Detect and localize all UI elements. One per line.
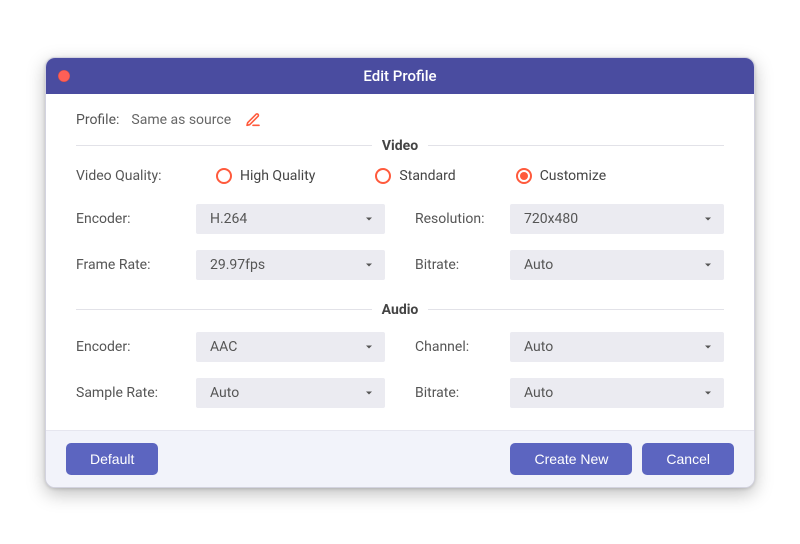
audio-sample-rate-select[interactable]: Auto [196,378,385,408]
select-value: Auto [524,339,553,355]
profile-value: Same as source [131,112,231,128]
select-value: Auto [210,385,239,401]
chevron-down-icon [702,387,714,399]
window-title: Edit Profile [363,67,436,85]
cancel-button[interactable]: Cancel [642,443,734,475]
audio-sample-rate-label: Sample Rate: [76,385,196,401]
video-frame-rate-label: Frame Rate: [76,257,196,273]
audio-section-title: Audio [382,302,419,318]
radio-label: Customize [540,168,606,184]
video-resolution-select[interactable]: 720x480 [510,204,724,234]
radio-label: High Quality [240,168,315,184]
audio-bitrate-label: Bitrate: [415,385,510,401]
video-frame-rate-field: Frame Rate: 29.97fps [76,250,385,280]
audio-encoder-label: Encoder: [76,339,196,355]
dialog-footer: Default Create New Cancel [46,430,754,487]
chevron-down-icon [363,259,375,271]
video-frame-rate-select[interactable]: 29.97fps [196,250,385,280]
audio-channel-label: Channel: [415,339,510,355]
audio-settings-grid: Encoder: AAC Channel: Auto [76,332,724,408]
video-section-title: Video [382,138,418,154]
titlebar: Edit Profile [46,58,754,94]
chevron-down-icon [702,213,714,225]
video-resolution-field: Resolution: 720x480 [415,204,724,234]
select-value: Auto [524,257,553,273]
chevron-down-icon [363,387,375,399]
video-encoder-select[interactable]: H.264 [196,204,385,234]
audio-encoder-select[interactable]: AAC [196,332,385,362]
dialog-body: Profile: Same as source Video Video Qual… [46,94,754,430]
video-encoder-label: Encoder: [76,211,196,227]
radio-customize[interactable]: Customize [516,168,606,184]
radio-icon [216,168,232,184]
chevron-down-icon [363,213,375,225]
select-value: 29.97fps [210,257,265,273]
default-button[interactable]: Default [66,443,158,475]
audio-channel-field: Channel: Auto [415,332,724,362]
create-new-button[interactable]: Create New [510,443,632,475]
audio-bitrate-select[interactable]: Auto [510,378,724,408]
video-resolution-label: Resolution: [415,211,510,227]
radio-standard[interactable]: Standard [375,168,455,184]
profile-row: Profile: Same as source [76,112,724,128]
audio-channel-select[interactable]: Auto [510,332,724,362]
video-bitrate-label: Bitrate: [415,257,510,273]
audio-bitrate-field: Bitrate: Auto [415,378,724,408]
edit-icon[interactable] [245,112,261,128]
radio-high-quality[interactable]: High Quality [216,168,315,184]
video-quality-row: Video Quality: High Quality Standard Cus… [76,168,724,184]
chevron-down-icon [702,341,714,353]
radio-icon [516,168,532,184]
video-settings-grid: Encoder: H.264 Resolution: 720x480 [76,204,724,280]
video-bitrate-select[interactable]: Auto [510,250,724,280]
close-icon[interactable] [58,70,70,82]
video-bitrate-field: Bitrate: Auto [415,250,724,280]
select-value: Auto [524,385,553,401]
profile-label: Profile: [76,112,119,128]
radio-icon [375,168,391,184]
edit-profile-window: Edit Profile Profile: Same as source Vid… [45,57,755,488]
chevron-down-icon [702,259,714,271]
video-section-divider: Video [76,138,724,154]
chevron-down-icon [363,341,375,353]
radio-label: Standard [399,168,455,184]
video-encoder-field: Encoder: H.264 [76,204,385,234]
select-value: AAC [210,339,237,355]
video-quality-label: Video Quality: [76,168,216,184]
audio-section-divider: Audio [76,302,724,318]
audio-sample-rate-field: Sample Rate: Auto [76,378,385,408]
audio-encoder-field: Encoder: AAC [76,332,385,362]
select-value: 720x480 [524,211,578,227]
select-value: H.264 [210,211,247,227]
